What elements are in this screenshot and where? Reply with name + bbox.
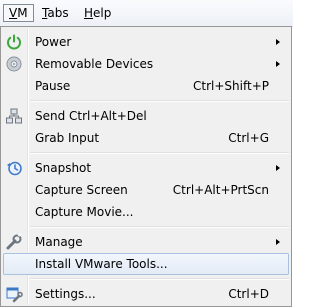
submenu-arrow-icon (276, 165, 280, 171)
wrench-icon (5, 233, 23, 251)
menu-item-settings[interactable]: Settings... Ctrl+D (3, 283, 289, 305)
menu-item-snapshot[interactable]: Snapshot (3, 157, 289, 179)
vm-dropdown-menu: Power Removable Devices Pause Ctrl+Shift… (0, 26, 292, 307)
menu-item-manage[interactable]: Manage (3, 231, 289, 253)
menu-item-pause-shortcut: Ctrl+Shift+P (193, 79, 269, 93)
menu-item-power-label: Power (35, 35, 72, 49)
menu-item-snapshot-label: Snapshot (35, 161, 92, 175)
menu-item-capture-movie-label: Capture Movie... (35, 205, 134, 219)
menu-item-capture-movie[interactable]: Capture Movie... (3, 201, 289, 223)
menu-tabs-label-rest: abs (47, 6, 69, 20)
submenu-arrow-icon (276, 39, 280, 45)
menu-item-grab-input[interactable]: Grab Input Ctrl+G (3, 127, 289, 149)
menu-help-label-rest: elp (93, 6, 112, 20)
menu-item-install-vmware-tools[interactable]: Install VMware Tools... (3, 253, 289, 275)
menu-item-settings-shortcut: Ctrl+D (228, 287, 269, 301)
snapshot-icon (5, 159, 23, 177)
disc-icon (5, 55, 23, 73)
network-icon (5, 107, 23, 125)
menu-item-install-vmware-tools-label: Install VMware Tools... (35, 257, 168, 271)
menu-separator (30, 100, 289, 102)
menu-item-capture-screen-label: Capture Screen (35, 183, 128, 197)
menu-vm-label-rest: M (17, 6, 28, 20)
menu-bar: VM Tabs Help (0, 0, 293, 27)
menu-item-manage-label: Manage (35, 235, 83, 249)
menu-item-pause-label: Pause (35, 79, 71, 93)
menu-help-mnemonic: H (84, 6, 94, 20)
menu-tabs[interactable]: Tabs (37, 4, 74, 22)
menu-separator (30, 278, 289, 280)
menu-vm[interactable]: VM (3, 4, 34, 22)
menu-item-send-ctrl-alt-del[interactable]: Send Ctrl+Alt+Del (3, 105, 289, 127)
menu-help[interactable]: Help (79, 4, 116, 22)
menu-item-removable-devices-label: Removable Devices (35, 57, 154, 71)
menu-item-removable-devices[interactable]: Removable Devices (3, 53, 289, 75)
menu-separator (30, 226, 289, 228)
menu-item-settings-label: Settings... (35, 287, 96, 301)
power-icon (5, 33, 23, 51)
submenu-arrow-icon (276, 61, 280, 67)
menu-item-capture-screen-shortcut: Ctrl+Alt+PrtScn (172, 183, 269, 197)
menu-vm-mnemonic: V (9, 6, 18, 20)
menu-item-power[interactable]: Power (3, 31, 289, 53)
settings-icon (5, 285, 23, 303)
submenu-arrow-icon (276, 239, 280, 245)
menu-item-capture-screen[interactable]: Capture Screen Ctrl+Alt+PrtScn (3, 179, 289, 201)
menu-separator (30, 152, 289, 154)
menu-item-pause[interactable]: Pause Ctrl+Shift+P (3, 75, 289, 97)
menu-item-grab-input-shortcut: Ctrl+G (228, 131, 269, 145)
menu-item-send-ctrl-alt-del-label: Send Ctrl+Alt+Del (35, 109, 147, 123)
menu-item-grab-input-label: Grab Input (35, 131, 100, 145)
